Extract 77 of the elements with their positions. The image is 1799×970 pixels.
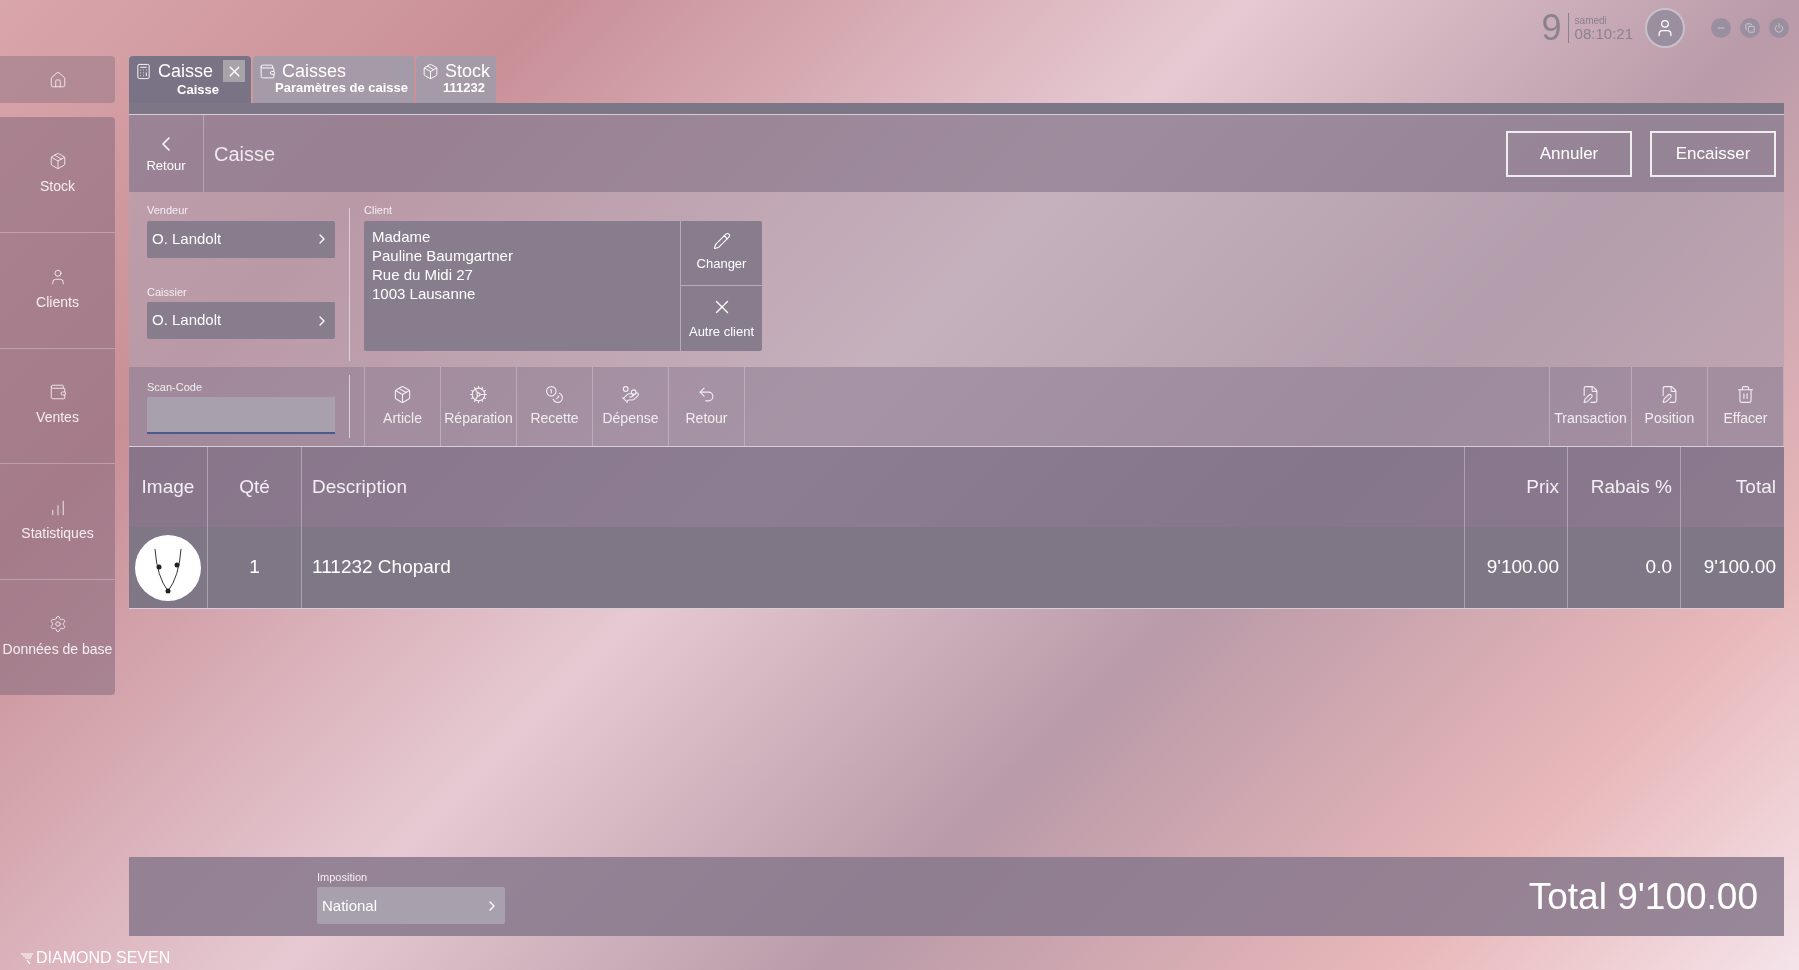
scan-code-field[interactable] xyxy=(147,397,335,435)
tab-subtitle: 111232 xyxy=(442,80,486,97)
select-field[interactable]: O. Landolt xyxy=(147,302,335,339)
select-field[interactable]: National xyxy=(317,887,505,925)
power-button[interactable] xyxy=(1769,18,1789,38)
copy-icon xyxy=(1745,23,1755,33)
necklace-picture xyxy=(135,534,201,601)
tab-title: Caisse xyxy=(158,62,214,81)
toolbar-button[interactable]: Position xyxy=(1632,367,1708,446)
field-label: Vendeur xyxy=(147,203,189,218)
sidebar-item[interactable]: Ventes xyxy=(0,348,115,465)
back-button[interactable]: Retour xyxy=(129,115,204,192)
coins-icon xyxy=(621,384,640,404)
restore-button[interactable] xyxy=(1740,18,1760,38)
avatar-button[interactable] xyxy=(1645,8,1685,48)
clock-time: 08:10:21 xyxy=(1574,25,1633,41)
sidebar-item[interactable]: Stock xyxy=(0,117,115,233)
tab-subtitle: Caisse xyxy=(176,82,220,99)
minimize-button[interactable] xyxy=(1711,18,1731,38)
box-icon xyxy=(48,151,67,170)
toolbar-button[interactable]: Effacer xyxy=(1708,367,1784,446)
settings-icon xyxy=(48,615,67,634)
action-button[interactable]: Encaisser xyxy=(1650,130,1776,177)
box-icon xyxy=(393,384,412,404)
document-edit-icon xyxy=(1660,384,1679,404)
power-icon xyxy=(1774,23,1784,33)
toolbar-button[interactable]: Dépense xyxy=(593,367,669,446)
total-amount: Total 9'100.00 xyxy=(1528,874,1758,919)
address-line: Madame xyxy=(372,226,432,246)
home-icon xyxy=(48,70,67,89)
home-button[interactable] xyxy=(0,56,115,103)
wallet-icon xyxy=(48,383,67,402)
client-button[interactable]: Changer xyxy=(680,220,762,286)
select-field[interactable]: O. Landolt xyxy=(147,220,335,258)
client-button[interactable]: Autre client xyxy=(680,286,762,351)
table-cell: 0.0 xyxy=(1568,527,1681,608)
document-edit-icon xyxy=(1581,384,1600,404)
field-label: Imposition xyxy=(317,869,369,885)
table-cell: 111232 Chopard xyxy=(302,527,1465,608)
table-cell-text: 9'100.00 xyxy=(1702,555,1777,580)
trash-icon xyxy=(1736,384,1755,404)
toolbar-button[interactable]: Retour xyxy=(669,367,745,446)
tab-subtitle: Paramètres de caisse xyxy=(274,80,408,97)
action-button[interactable]: Annuler xyxy=(1506,130,1632,177)
day-number: 9 xyxy=(1541,10,1562,46)
logo-text: DIAMOND SEVEN xyxy=(36,950,171,966)
tab-title: Caisses xyxy=(282,62,347,81)
box-icon xyxy=(422,62,439,80)
field-label: Caissier xyxy=(147,284,188,300)
gear-icon xyxy=(469,384,488,404)
weekday: samedi xyxy=(1574,15,1608,26)
toolbar-button[interactable]: Réparation xyxy=(441,367,517,446)
address-line: Pauline Baumgartner xyxy=(372,245,514,265)
field-label: Client xyxy=(364,203,394,218)
toolbar-button[interactable]: Recette xyxy=(517,367,593,446)
toolbar-button[interactable]: Article xyxy=(365,367,441,446)
tab[interactable]: Caisses Paramètres de caisse xyxy=(253,56,414,103)
page-title: Caisse xyxy=(214,141,277,167)
table-cell: 1 xyxy=(208,527,302,608)
logo-icon xyxy=(20,952,34,966)
tab[interactable]: Caisse Caisse xyxy=(129,56,252,103)
column-header: Total xyxy=(1734,474,1777,499)
coins-icon xyxy=(545,384,564,404)
toolbar-button[interactable]: Transaction xyxy=(1550,367,1632,446)
sidebar-item[interactable]: Statistiques xyxy=(0,464,115,581)
wallet-icon xyxy=(259,62,277,80)
close-tab-button[interactable] xyxy=(223,60,246,83)
address-line: 1003 Lausanne xyxy=(372,283,477,303)
field-label: Scan-Code xyxy=(147,379,204,395)
table-cell: 9'100.00 xyxy=(1465,527,1568,608)
address-line: Rue du Midi 27 xyxy=(372,264,474,284)
sidebar-item[interactable]: Clients xyxy=(0,232,115,349)
sidebar-item[interactable]: Données de base xyxy=(0,580,115,695)
tab-title: Stock xyxy=(445,62,491,81)
tab[interactable]: Stock 111232 xyxy=(416,56,497,103)
table-row[interactable]: 1 111232 Chopard 9'100.00 0.0 9'100.00 xyxy=(129,527,1784,609)
pencil-icon xyxy=(712,232,731,250)
